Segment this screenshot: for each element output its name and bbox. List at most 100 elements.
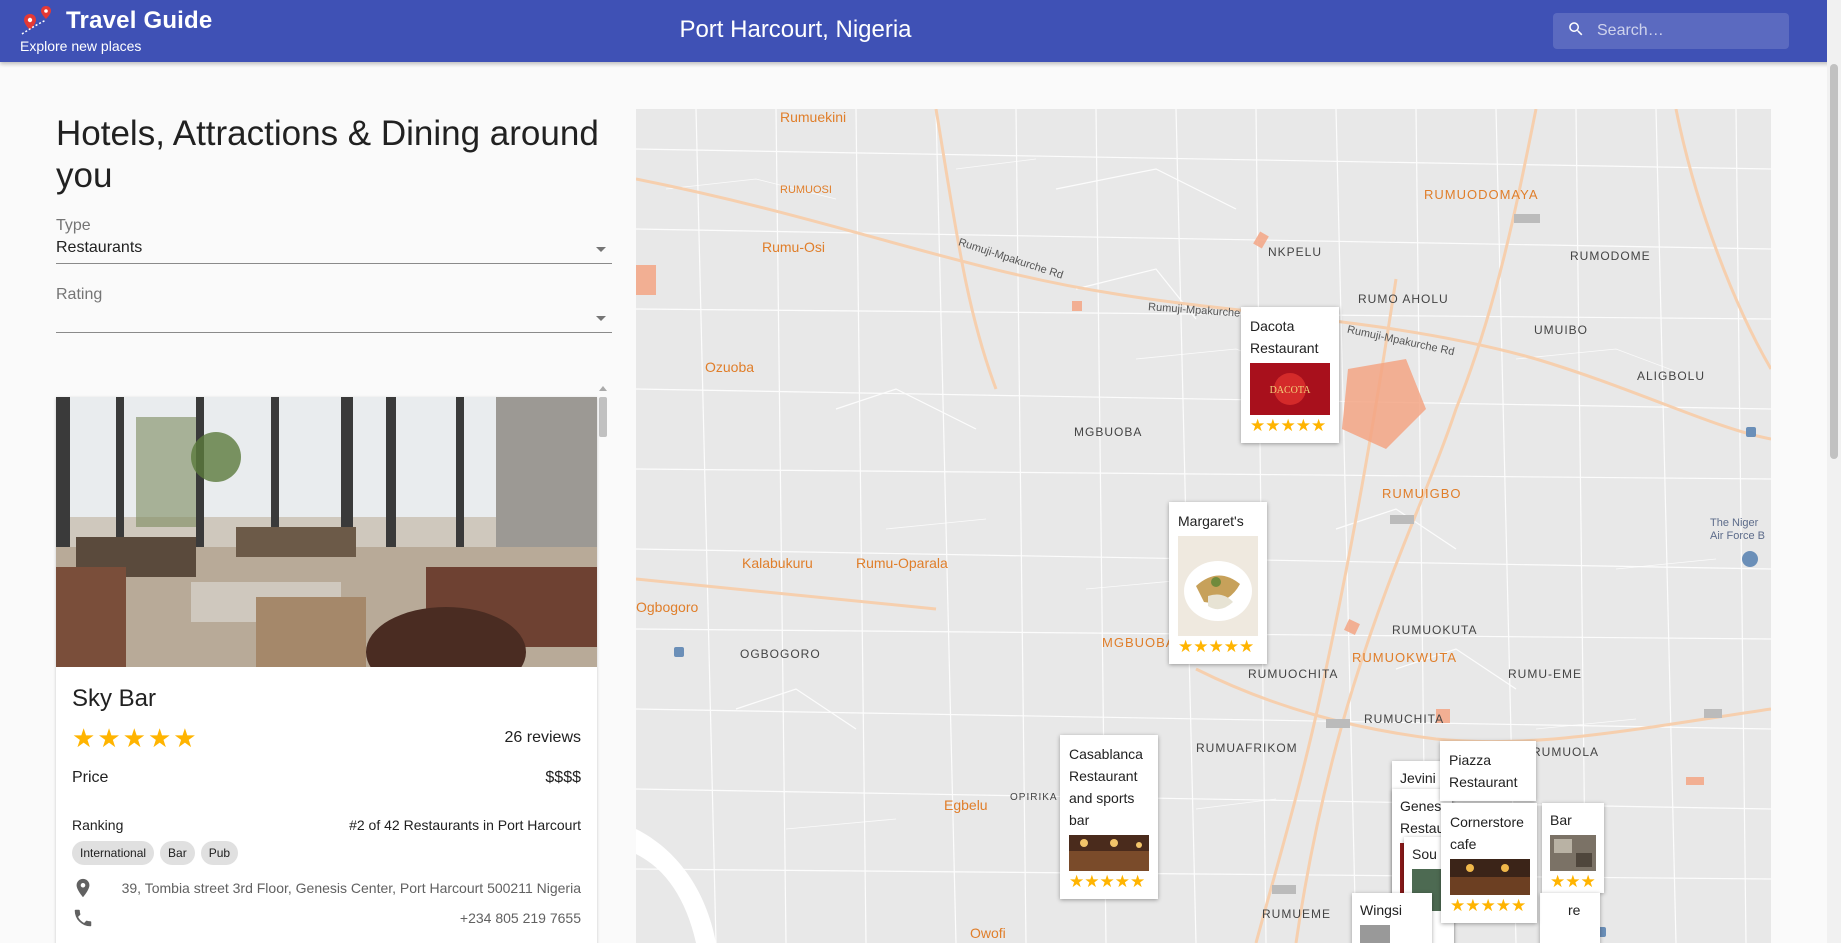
star-icon: ★ <box>1223 637 1239 656</box>
pin-image <box>1550 835 1596 871</box>
search-input[interactable] <box>1597 22 1777 40</box>
ranking-value: #2 of 42 Restaurants in Port Harcourt <box>349 817 581 833</box>
map-label: RUMUEME <box>1262 907 1331 921</box>
star-icon: ★ <box>1069 872 1085 891</box>
star-icon: ★ <box>1580 872 1596 891</box>
map-label: Ogbogoro <box>636 599 699 615</box>
map-label: ALIGBOLU <box>1637 369 1706 383</box>
current-city: Port Harcourt, Nigeria <box>679 16 912 43</box>
tag-list: International Bar Pub <box>72 841 581 865</box>
map-label: OPIRIKA <box>1010 792 1058 803</box>
star-icon: ★ <box>1450 896 1466 915</box>
search-icon <box>1567 20 1585 43</box>
pin-rating: ★ ★ ★ ★ ★ <box>1450 897 1528 915</box>
star-icon: ★ <box>1495 896 1511 915</box>
star-icon: ★ <box>1239 637 1255 656</box>
star-icon: ★ <box>1565 872 1581 891</box>
scroll-up-icon[interactable] <box>599 386 607 391</box>
map-label: RUMUOCHITA <box>1248 667 1339 681</box>
map-pin-casablanca[interactable]: Casablanca Restaurant and sports bar ★ ★ ★… <box>1060 735 1158 899</box>
left-panel: Hotels, Attractions & Dining around you … <box>56 62 612 943</box>
page-scrollbar-thumb[interactable] <box>1830 64 1838 459</box>
star-icon: ★ <box>97 723 121 753</box>
panel-heading: Hotels, Attractions & Dining around you <box>56 114 599 195</box>
map-pin-wingsi[interactable]: Wingsi <box>1352 893 1432 943</box>
type-value[interactable]: Restaurants <box>56 235 612 264</box>
tag-chip[interactable]: Pub <box>200 841 239 865</box>
star-icon: ★ <box>1465 896 1481 915</box>
map-pin-cornerstore[interactable]: Cornerstore cafe ★ ★ ★ ★ ★ <box>1441 803 1537 923</box>
location-pin-icon <box>76 878 90 898</box>
map-pin-bar[interactable]: Bar ★ ★ ★ <box>1542 803 1604 893</box>
map-label: RUMUAFRIKOM <box>1196 741 1298 755</box>
map[interactable]: Rumuekini RUMUOSI Rumu-Osi Ozuoba Kalabu… <box>636 109 1771 943</box>
star-icon: ★ <box>1208 637 1224 656</box>
star-icon: ★ <box>1099 872 1115 891</box>
map-pin-piazza[interactable]: Piazza Restaurant <box>1440 741 1536 801</box>
list-scrollbar-thumb[interactable] <box>599 397 607 437</box>
phone-icon <box>74 909 92 927</box>
map-label: Rumu-Osi <box>762 239 826 255</box>
map-label: Rumuekini <box>780 109 847 125</box>
pin-rating: ★ ★ ★ ★ ★ <box>1250 417 1330 435</box>
pin-name: Margaret's <box>1178 513 1244 529</box>
map-label: RUMUCHITA <box>1364 712 1445 726</box>
star-icon: ★ <box>147 723 172 753</box>
type-select[interactable]: Type Restaurants <box>56 217 612 264</box>
pin-rating: ★ ★ ★ ★ ★ <box>1178 638 1258 656</box>
ranking-label: Ranking <box>72 817 124 833</box>
map-pin-margarets[interactable]: Margaret's ★ ★ ★ ★ ★ <box>1169 502 1267 664</box>
map-label: RUMODOME <box>1570 249 1651 263</box>
pin-rating: ★ ★ ★ <box>1550 873 1596 891</box>
app-bar: Travel Guide Explore new places Port Har… <box>0 0 1841 62</box>
dropdown-arrow-icon[interactable] <box>596 316 606 321</box>
search-box[interactable] <box>1553 13 1789 49</box>
pin-name: Bar <box>1550 812 1572 828</box>
map-label: RUMUIGBO <box>1382 486 1462 501</box>
review-count: 26 reviews <box>504 729 581 746</box>
star-icon: ★ <box>1114 872 1130 891</box>
rating-select[interactable]: Rating <box>56 286 612 333</box>
map-label: RUMO AHOLU <box>1358 292 1449 306</box>
map-label: The Niger Air Force B <box>1710 517 1766 542</box>
page-scrollbar[interactable] <box>1827 0 1841 943</box>
star-icon: ★ <box>1130 872 1146 891</box>
place-card[interactable]: Sky Bar ★ ★ ★ ★ ★ 26 reviews Price $$$$ … <box>56 397 597 943</box>
type-label: Type <box>56 217 91 234</box>
map-pin-dacota[interactable]: Dacota Restaurant DACOTA ★ ★ ★ ★ ★ <box>1241 307 1339 443</box>
pin-image <box>1069 835 1149 871</box>
price-label: Price <box>72 769 109 786</box>
pin-name: Casablanca Restaurant and sports bar <box>1069 746 1143 828</box>
pin-name: Wingsi <box>1360 902 1403 918</box>
dropdown-arrow-icon[interactable] <box>596 247 606 252</box>
star-icon: ★ <box>1311 416 1327 435</box>
place-name: Sky Bar <box>72 685 157 712</box>
phone-text[interactable]: +234 805 219 7655 <box>460 910 581 926</box>
tag-chip[interactable]: International <box>72 841 155 865</box>
pin-image <box>1178 536 1258 636</box>
pin-name: Piazza Restaurant <box>1449 752 1518 790</box>
map-label: MGBUOBA <box>1074 425 1143 439</box>
map-label: Rumu-Oparala <box>856 555 948 571</box>
list-scrollbar[interactable] <box>597 382 609 943</box>
star-icon: ★ <box>1265 416 1281 435</box>
star-icon: ★ <box>1178 637 1194 656</box>
map-label: UMUIBO <box>1534 323 1588 337</box>
map-label: RUMUODOMAYA <box>1424 187 1539 202</box>
rating-label: Rating <box>56 286 103 303</box>
star-icon: ★ <box>1193 637 1209 656</box>
map-label: Egbelu <box>944 797 988 813</box>
tag-chip[interactable]: Bar <box>160 841 195 865</box>
rating-value[interactable] <box>56 304 612 333</box>
map-label: NKPELU <box>1268 245 1323 259</box>
star-icon: ★ <box>173 723 197 753</box>
pin-name: Cornerstore cafe <box>1450 814 1524 852</box>
map-label: RUMUOKUTA <box>1392 623 1478 637</box>
star-icon: ★ <box>1480 896 1496 915</box>
pin-image <box>1360 925 1390 943</box>
pin-image: DACOTA <box>1250 363 1330 415</box>
map-label: Ozuoba <box>705 359 755 375</box>
pin-name: re <box>1568 902 1581 918</box>
star-icon: ★ <box>72 723 96 753</box>
map-pin-re[interactable]: re <box>1540 893 1600 943</box>
